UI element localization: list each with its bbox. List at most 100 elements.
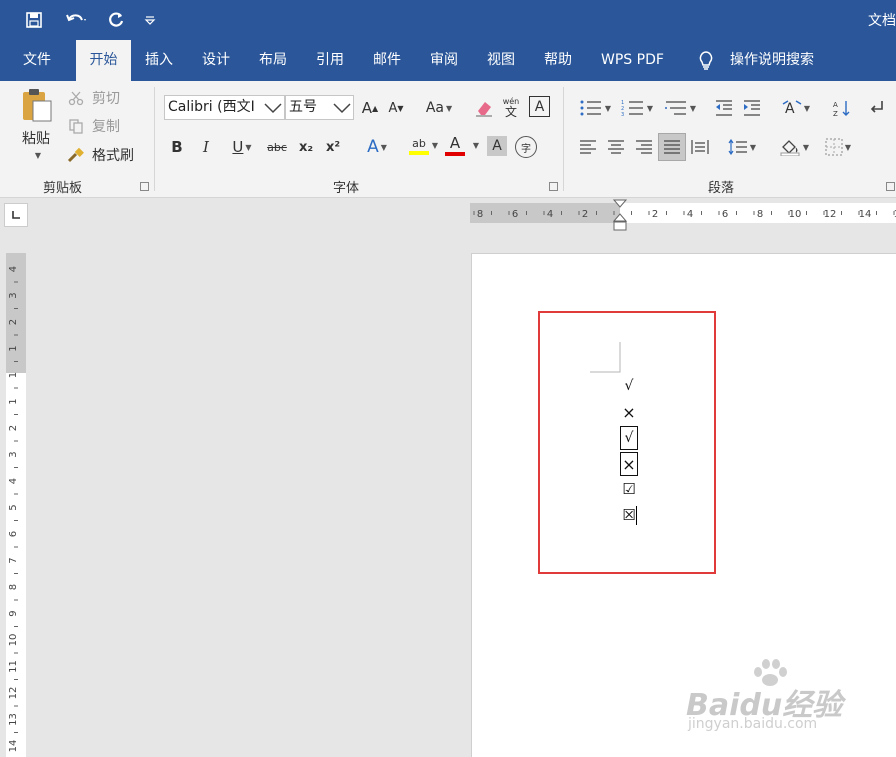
menu-bar: 文件 开始 插入 设计 布局 引用 邮件 审阅 视图 帮助 WPS PDF 操作… <box>0 40 896 81</box>
underline-label: U <box>232 138 244 156</box>
shading-icon[interactable]: ▼ <box>776 136 812 158</box>
ruler-tick-label: 2 <box>652 209 658 220</box>
tab-design[interactable]: 设计 <box>190 40 242 81</box>
ruler-tick-label: 10 <box>789 209 802 220</box>
paste-button[interactable]: 粘贴 <box>14 128 58 148</box>
borders-icon[interactable]: ▼ <box>820 136 856 158</box>
font-size-value: 五号 <box>289 99 317 115</box>
save-icon[interactable] <box>22 8 46 32</box>
svg-text:A: A <box>785 101 795 117</box>
strikethrough-button[interactable]: abc <box>264 136 290 158</box>
format-painter-button[interactable]: 格式刷 <box>88 146 138 164</box>
underline-button[interactable]: U ▼ <box>224 136 260 158</box>
tell-me-search[interactable]: 操作说明搜索 <box>718 40 826 81</box>
text-effects-button[interactable]: A ▼ <box>360 136 394 158</box>
distributed-icon[interactable] <box>688 136 712 158</box>
window-title: 文档 <box>868 13 896 29</box>
clipboard-launcher-icon[interactable] <box>140 182 149 191</box>
tab-mailings[interactable]: 邮件 <box>361 40 413 81</box>
ruler-tick-label: 2 <box>582 209 588 220</box>
tab-selector-icon[interactable] <box>4 203 28 227</box>
change-case-button[interactable]: Aa ▼ <box>421 97 457 119</box>
numbering-icon[interactable]: 1 2 3 ▼ <box>618 97 656 119</box>
tab-wps-pdf[interactable]: WPS PDF <box>589 40 676 81</box>
sort-icon[interactable]: AZ <box>830 97 854 119</box>
line-spacing-icon[interactable]: ▼ <box>724 136 760 158</box>
vertical-ruler-ticks: 432111234567891011121314 <box>8 266 19 753</box>
ruler-tick-label: 12 <box>8 687 19 700</box>
ruler-tick-label: 4 <box>687 209 693 220</box>
font-launcher-icon[interactable] <box>549 182 558 191</box>
change-case-label: Aa <box>425 100 444 116</box>
ruler-tick-label: 10 <box>8 634 19 647</box>
ruler-tick-label: 7 <box>8 557 19 563</box>
phonetic-sub-label: 文 <box>504 105 517 119</box>
phonetic-guide-button[interactable]: wén 文 <box>500 95 522 121</box>
ruler-tick-label: 8 <box>8 584 19 590</box>
ruler-tick-label: 6 <box>722 209 728 220</box>
ruler-tick-label: 11 <box>8 660 19 673</box>
clear-formatting-icon[interactable] <box>472 97 496 119</box>
justify-icon[interactable] <box>658 133 686 161</box>
tab-insert[interactable]: 插入 <box>133 40 185 81</box>
italic-button[interactable]: I <box>197 136 215 158</box>
chevron-down-icon[interactable] <box>262 97 284 119</box>
copy-icon[interactable] <box>66 117 86 135</box>
font-color-button[interactable]: A <box>443 133 467 159</box>
grow-font-button[interactable]: A ▲ <box>360 97 380 119</box>
align-left-icon[interactable] <box>576 136 600 158</box>
asian-layout-icon[interactable]: A ▼ <box>778 97 814 119</box>
indent-marker-icon[interactable] <box>612 199 628 233</box>
tab-layout[interactable]: 布局 <box>247 40 299 81</box>
customize-icon[interactable] <box>140 8 160 32</box>
copy-button[interactable]: 复制 <box>88 117 124 135</box>
paste-icon[interactable] <box>16 87 56 123</box>
align-right-icon[interactable] <box>632 136 656 158</box>
enclose-characters-button[interactable]: 字 <box>515 136 537 158</box>
bullets-icon[interactable]: ▼ <box>576 97 614 119</box>
ruler-tick-label: 4 <box>8 478 19 484</box>
increase-indent-icon[interactable] <box>740 97 764 119</box>
ruler-tick-label: 13 <box>8 713 19 726</box>
align-center-icon[interactable] <box>604 136 628 158</box>
grow-font-label: A <box>361 99 373 117</box>
font-color-dropdown-icon[interactable]: ▼ <box>469 137 481 153</box>
paste-dropdown-icon[interactable]: ▼ <box>30 149 44 161</box>
title-bar: 文档 <box>0 0 896 40</box>
text-effects-label: A <box>367 137 379 157</box>
svg-text:A: A <box>833 101 838 109</box>
cut-button[interactable]: 剪切 <box>88 89 124 107</box>
highlight-label: ab <box>412 136 426 150</box>
multilevel-list-icon[interactable]: ▼ <box>661 97 699 119</box>
chevron-down-icon[interactable] <box>331 97 353 119</box>
tab-view[interactable]: 视图 <box>475 40 527 81</box>
tab-help[interactable]: 帮助 <box>532 40 584 81</box>
ruler-tick-label: 2 <box>8 425 19 431</box>
ruler-tick-label: 14 <box>859 209 872 220</box>
bold-button[interactable]: B <box>168 136 186 158</box>
cut-icon[interactable] <box>66 89 86 107</box>
tab-references[interactable]: 引用 <box>304 40 356 81</box>
show-marks-icon[interactable] <box>866 97 888 119</box>
tab-review[interactable]: 审阅 <box>418 40 470 81</box>
group-divider <box>563 87 564 191</box>
highlight-dropdown-icon[interactable]: ▼ <box>428 137 440 153</box>
ruler-tick-label: 12 <box>824 209 837 220</box>
superscript-button[interactable]: x² <box>323 136 343 158</box>
ruler-tick-label: 9 <box>8 610 19 616</box>
character-shading-button[interactable]: A <box>487 136 507 156</box>
ruler-tick-label: 2 <box>8 319 19 325</box>
tab-file[interactable]: 文件 <box>11 40 63 81</box>
paragraph-launcher-icon[interactable] <box>886 182 895 191</box>
decrease-indent-icon[interactable] <box>712 97 736 119</box>
character-border-button[interactable]: A <box>529 96 550 117</box>
format-painter-icon[interactable] <box>66 146 86 164</box>
redo-icon[interactable] <box>104 8 128 32</box>
subscript-button[interactable]: x₂ <box>296 136 316 158</box>
svg-text:Z: Z <box>833 110 838 117</box>
shrink-font-button[interactable]: A ▼ <box>386 97 406 119</box>
shrink-font-label: A <box>388 100 398 116</box>
undo-icon[interactable] <box>58 8 94 32</box>
ruler-tick-label: 3 <box>8 292 19 298</box>
tab-home[interactable]: 开始 <box>76 40 131 81</box>
